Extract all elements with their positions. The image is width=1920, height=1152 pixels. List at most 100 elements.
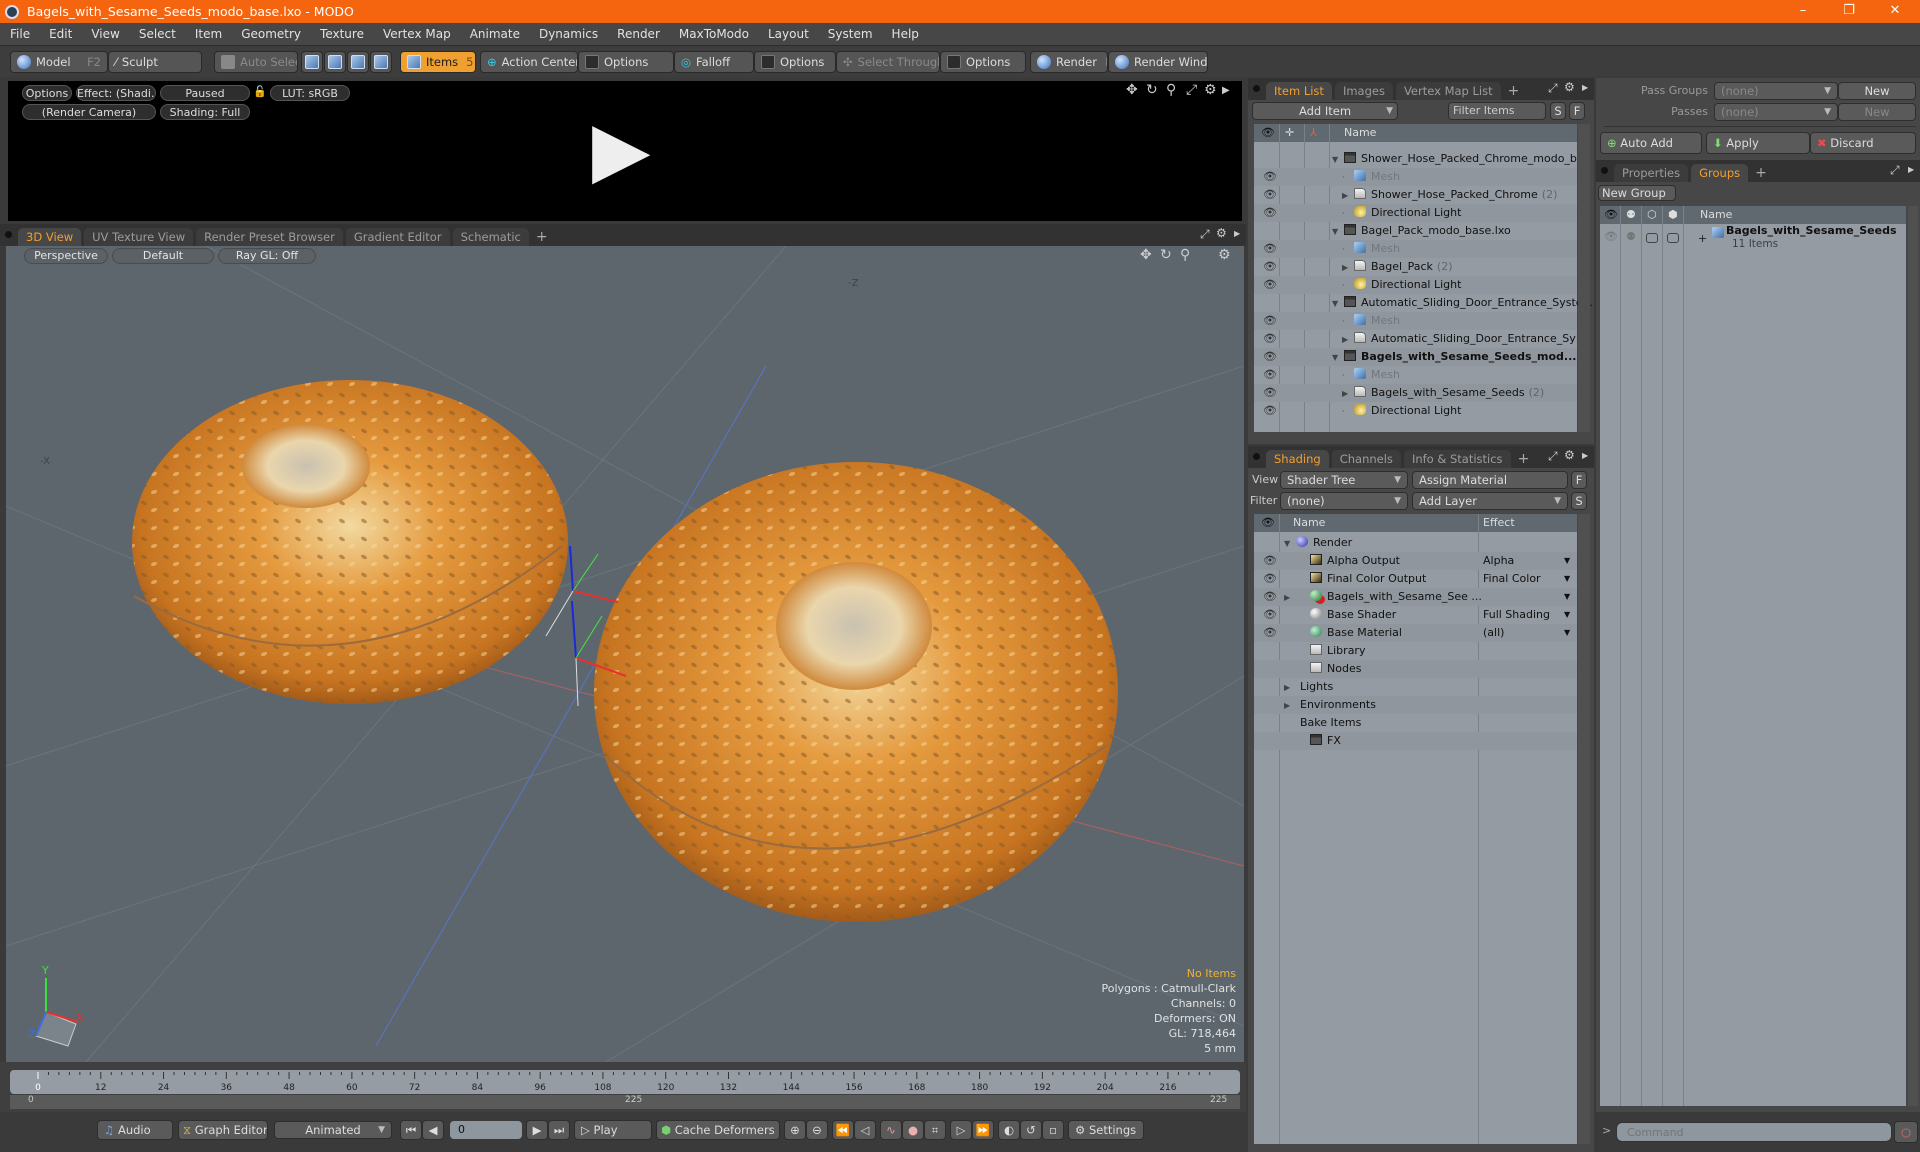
key-up-button[interactable]: ⊕ — [784, 1120, 806, 1140]
expand-arrow-icon[interactable]: · — [1342, 403, 1354, 421]
shader-tree-row[interactable]: Nodes — [1254, 660, 1577, 678]
tab-info-statistics[interactable]: Info & Statistics — [1403, 450, 1511, 468]
group-render-toggle[interactable]: ⚉ — [1626, 230, 1636, 243]
last-key-button[interactable]: ⏩ — [972, 1120, 994, 1140]
falloff-button[interactable]: ◎ Falloff — [674, 51, 754, 73]
add-layer-dropdown[interactable]: Add Layer ▼ — [1412, 492, 1568, 510]
tab-groups[interactable]: Groups — [1691, 164, 1749, 182]
action-center-options-button[interactable]: Options — [578, 51, 674, 73]
auto-add-button[interactable]: ⊕ Auto Add — [1600, 132, 1702, 154]
zoom-icon[interactable]: ⚲ — [1166, 82, 1176, 98]
shader-tree-row[interactable]: FX — [1254, 732, 1577, 750]
visibility-eye-icon[interactable]: 👁 — [1263, 570, 1277, 588]
tab-gradient-editor[interactable]: Gradient Editor — [345, 228, 450, 246]
camera-dropdown[interactable]: (Render Camera) — [22, 104, 156, 120]
maximize-icon[interactable]: ⤢ — [1890, 163, 1900, 178]
render-button[interactable]: RenderF9 — [1030, 51, 1108, 73]
tab-item-list[interactable]: Item List — [1266, 82, 1332, 100]
expand-arrow-icon[interactable]: ▶ — [1342, 385, 1354, 403]
style-dropdown[interactable]: Default — [112, 248, 214, 264]
group-visibility-toggle[interactable]: 👁 — [1604, 230, 1618, 243]
gear-icon[interactable]: ⚙ — [1216, 226, 1227, 240]
visibility-eye-icon[interactable]: 👁 — [1263, 588, 1277, 606]
menu-dynamics[interactable]: Dynamics — [539, 27, 598, 41]
item-list-row[interactable]: 👁 · Mesh — [1254, 240, 1577, 258]
group-row[interactable]: 👁 ⚉ + Bagels_with_Sesame_Seeds 11 Items — [1600, 224, 1906, 254]
collapse-arrow-icon[interactable]: ▼ — [1332, 295, 1344, 313]
visibility-eye-icon[interactable]: 👁 — [1263, 312, 1277, 330]
select-through-button[interactable]: ✣ Select Through — [836, 51, 940, 73]
tab-schematic[interactable]: Schematic — [452, 228, 529, 246]
shader-tree-scrollbar[interactable] — [1578, 514, 1590, 1144]
effect-dropdown-arrow-icon[interactable]: ▼ — [1564, 588, 1570, 606]
visibility-eye-icon[interactable]: 👁 — [1263, 330, 1277, 348]
raygl-dropdown[interactable]: Ray GL: Off — [218, 248, 316, 264]
menu-animate[interactable]: Animate — [470, 27, 520, 41]
menu-item[interactable]: Item — [195, 27, 222, 41]
group-select-toggle[interactable] — [1667, 233, 1679, 243]
new-pass-button[interactable]: New — [1838, 103, 1916, 121]
tab-render-preset-browser[interactable]: Render Preset Browser — [196, 228, 343, 246]
item-list-row[interactable]: 👁 ▶ Shower_Hose_Packed_Chrome (2) — [1254, 186, 1577, 204]
timeline-ruler[interactable]: 0 12 24 36 48 60 72 84 96 108 120 132 144 156 168 180 19… — [10, 1070, 1240, 1094]
collapse-arrow-icon[interactable]: ▼ — [1332, 151, 1344, 169]
play-render-icon[interactable]: ▶ — [592, 111, 650, 187]
item-list-row[interactable]: ▼ Bagel_Pack_modo_base.lxo — [1254, 222, 1577, 240]
sculpt-mode-button[interactable]: ⁄ Sculpt — [108, 51, 202, 73]
audio-button[interactable]: ♫ Audio — [97, 1120, 173, 1140]
rotate-icon[interactable]: ↻ — [1160, 247, 1172, 263]
perspective-dropdown[interactable]: Perspective — [24, 248, 108, 264]
falloff-options-button[interactable]: Options — [754, 51, 836, 73]
expand-arrow-icon[interactable]: ▶ — [1908, 165, 1914, 174]
expand-arrow-icon[interactable]: · — [1342, 205, 1354, 223]
visibility-eye-icon[interactable]: 👁 — [1263, 240, 1277, 258]
item-list-row[interactable]: 👁 · Directional Light — [1254, 204, 1577, 222]
filter-items-input[interactable]: Filter Items — [1448, 102, 1546, 120]
maximize-icon[interactable]: ⤢ — [1548, 449, 1558, 464]
shading-s-button[interactable]: S — [1571, 492, 1587, 510]
auto-select-button[interactable]: Auto Select — [214, 51, 298, 73]
panel-dot-icon[interactable] — [1601, 167, 1608, 174]
collapse-arrow-icon[interactable]: ▼ — [1332, 223, 1344, 241]
auto-key-button[interactable]: ∿ — [880, 1120, 902, 1140]
expand-arrow-icon[interactable]: ▶ — [1284, 697, 1296, 715]
items-mode-button[interactable]: Items 5 — [400, 51, 476, 73]
maximize-button[interactable]: ❐ — [1826, 0, 1872, 23]
play-button[interactable]: ▷ Play — [574, 1120, 652, 1140]
key-options-button[interactable]: ⌗ — [924, 1120, 946, 1140]
visibility-eye-icon[interactable]: 👁 — [1263, 258, 1277, 276]
next-key-button[interactable]: ▶ — [526, 1120, 548, 1140]
settings-button[interactable]: ⚙ Settings — [1068, 1120, 1144, 1140]
gear-icon[interactable]: ⚙ — [1564, 448, 1575, 462]
record-button[interactable]: ● — [902, 1120, 924, 1140]
item-list-row[interactable]: 👁 · Directional Light — [1254, 276, 1577, 294]
tab-images[interactable]: Images — [1334, 82, 1393, 100]
shader-tree-row[interactable]: ▶ Environments — [1254, 696, 1577, 714]
command-history-button[interactable]: ○ — [1894, 1121, 1918, 1143]
previous-key-button[interactable]: ◀ — [422, 1120, 444, 1140]
expand-arrow-icon[interactable]: ▶ — [1284, 679, 1296, 697]
edges-mode-button[interactable] — [324, 51, 346, 73]
effect-dropdown-arrow-icon[interactable]: ▼ — [1564, 552, 1570, 570]
timeline-range-bar[interactable]: 0 225 225 — [10, 1095, 1240, 1109]
expand-arrow-icon[interactable]: · — [1342, 313, 1354, 331]
menu-layout[interactable]: Layout — [768, 27, 809, 41]
loop-button[interactable]: ◐ — [998, 1120, 1020, 1140]
menu-texture[interactable]: Texture — [320, 27, 364, 41]
graph-editor-button[interactable]: ⧖ Graph Editor — [178, 1120, 268, 1140]
filter-s-button[interactable]: S — [1550, 102, 1566, 120]
shading-f-button[interactable]: F — [1571, 471, 1587, 489]
effect-dropdown-arrow-icon[interactable]: ▼ — [1564, 606, 1570, 624]
item-list-row[interactable]: 👁 · Mesh — [1254, 312, 1577, 330]
visibility-eye-icon[interactable]: 👁 — [1263, 186, 1277, 204]
menu-file[interactable]: File — [10, 27, 30, 41]
tab-3d-view[interactable]: 3D View — [18, 228, 82, 246]
menu-edit[interactable]: Edit — [49, 27, 72, 41]
visibility-eye-icon[interactable]: 👁 — [1263, 552, 1277, 570]
expand-arrow-icon[interactable]: · — [1342, 367, 1354, 385]
menu-geometry[interactable]: Geometry — [241, 27, 301, 41]
menu-render[interactable]: Render — [617, 27, 660, 41]
prev-key-button[interactable]: ◁ — [854, 1120, 876, 1140]
maximize-icon[interactable]: ⤢ — [1200, 227, 1210, 242]
tab-channels[interactable]: Channels — [1331, 450, 1401, 468]
